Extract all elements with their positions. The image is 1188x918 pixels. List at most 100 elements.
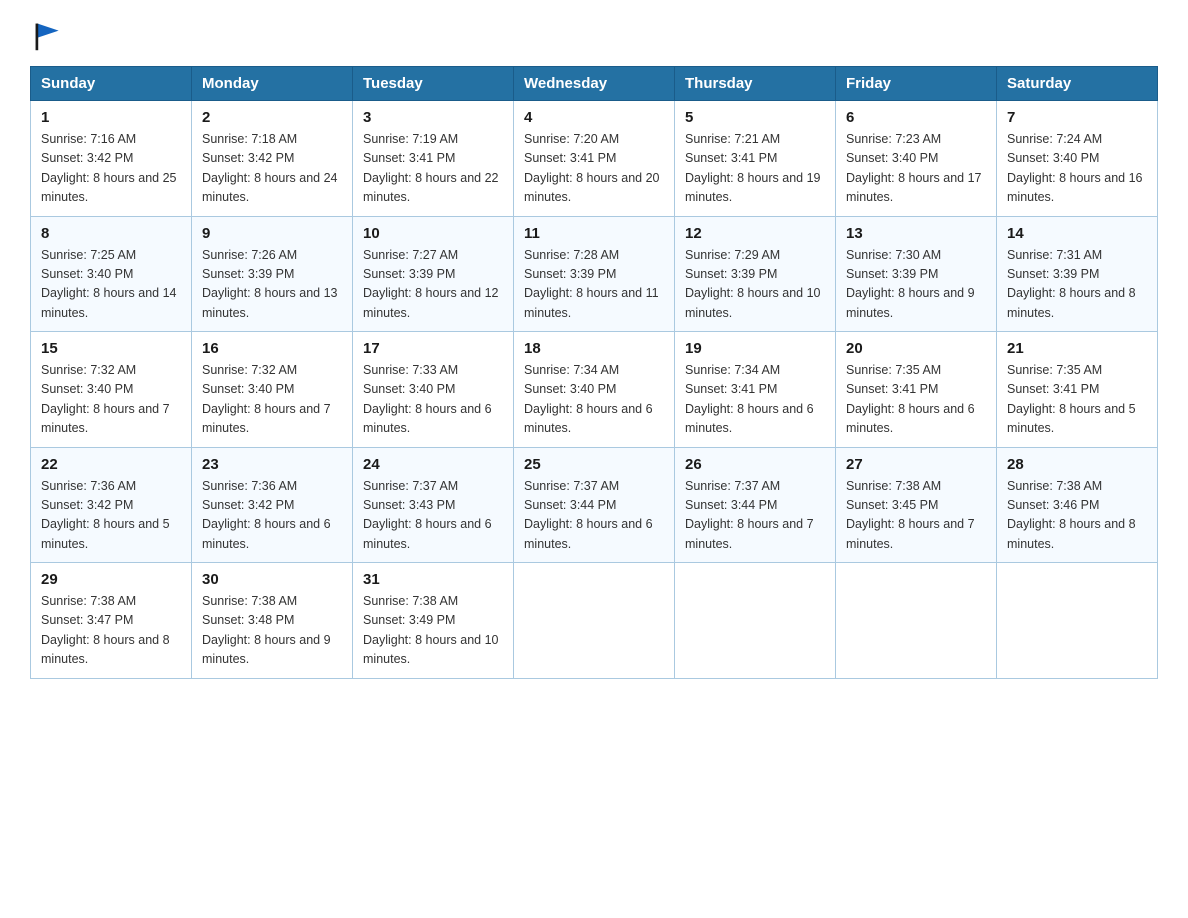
calendar-day-cell (675, 563, 836, 679)
calendar-day-cell: 2 Sunrise: 7:18 AMSunset: 3:42 PMDaylight… (192, 101, 353, 217)
calendar-day-cell: 13 Sunrise: 7:30 AMSunset: 3:39 PMDayligh… (836, 216, 997, 332)
day-number: 9 (202, 225, 342, 242)
day-info: Sunrise: 7:18 AMSunset: 3:42 PMDaylight:… (202, 130, 342, 208)
day-info: Sunrise: 7:26 AMSunset: 3:39 PMDaylight:… (202, 246, 342, 324)
day-number: 8 (41, 225, 181, 242)
day-number: 23 (202, 456, 342, 473)
page-header (30, 24, 1158, 48)
day-info: Sunrise: 7:32 AMSunset: 3:40 PMDaylight:… (202, 361, 342, 439)
day-number: 27 (846, 456, 986, 473)
day-info: Sunrise: 7:37 AMSunset: 3:44 PMDaylight:… (685, 477, 825, 555)
day-info: Sunrise: 7:32 AMSunset: 3:40 PMDaylight:… (41, 361, 181, 439)
day-info: Sunrise: 7:34 AMSunset: 3:40 PMDaylight:… (524, 361, 664, 439)
day-info: Sunrise: 7:19 AMSunset: 3:41 PMDaylight:… (363, 130, 503, 208)
day-number: 12 (685, 225, 825, 242)
day-info: Sunrise: 7:21 AMSunset: 3:41 PMDaylight:… (685, 130, 825, 208)
day-of-week-header: Monday (192, 67, 353, 101)
day-info: Sunrise: 7:38 AMSunset: 3:45 PMDaylight:… (846, 477, 986, 555)
calendar-header-row: SundayMondayTuesdayWednesdayThursdayFrid… (31, 67, 1158, 101)
calendar-day-cell: 16Sunrise: 7:32 AMSunset: 3:40 PMDayligh… (192, 332, 353, 448)
day-info: Sunrise: 7:36 AMSunset: 3:42 PMDaylight:… (41, 477, 181, 555)
day-of-week-header: Tuesday (353, 67, 514, 101)
day-info: Sunrise: 7:38 AMSunset: 3:47 PMDaylight:… (41, 592, 181, 670)
calendar-day-cell: 26 Sunrise: 7:37 AMSunset: 3:44 PMDayligh… (675, 447, 836, 563)
calendar-day-cell: 9 Sunrise: 7:26 AMSunset: 3:39 PMDaylight… (192, 216, 353, 332)
day-of-week-header: Friday (836, 67, 997, 101)
day-info: Sunrise: 7:33 AMSunset: 3:40 PMDaylight:… (363, 361, 503, 439)
day-info: Sunrise: 7:31 AMSunset: 3:39 PMDaylight:… (1007, 246, 1147, 324)
day-number: 1 (41, 109, 181, 126)
day-info: Sunrise: 7:29 AMSunset: 3:39 PMDaylight:… (685, 246, 825, 324)
calendar-day-cell: 3 Sunrise: 7:19 AMSunset: 3:41 PMDaylight… (353, 101, 514, 217)
day-info: Sunrise: 7:38 AMSunset: 3:48 PMDaylight:… (202, 592, 342, 670)
day-number: 6 (846, 109, 986, 126)
calendar-day-cell: 25 Sunrise: 7:37 AMSunset: 3:44 PMDayligh… (514, 447, 675, 563)
calendar-day-cell: 27 Sunrise: 7:38 AMSunset: 3:45 PMDayligh… (836, 447, 997, 563)
day-info: Sunrise: 7:16 AMSunset: 3:42 PMDaylight:… (41, 130, 181, 208)
calendar-week-row: 1 Sunrise: 7:16 AMSunset: 3:42 PMDaylight… (31, 101, 1158, 217)
calendar-day-cell: 20 Sunrise: 7:35 AMSunset: 3:41 PMDayligh… (836, 332, 997, 448)
calendar-day-cell: 28 Sunrise: 7:38 AMSunset: 3:46 PMDayligh… (997, 447, 1158, 563)
day-info: Sunrise: 7:20 AMSunset: 3:41 PMDaylight:… (524, 130, 664, 208)
calendar-day-cell: 23 Sunrise: 7:36 AMSunset: 3:42 PMDayligh… (192, 447, 353, 563)
day-info: Sunrise: 7:36 AMSunset: 3:42 PMDaylight:… (202, 477, 342, 555)
day-number: 13 (846, 225, 986, 242)
day-number: 25 (524, 456, 664, 473)
calendar-day-cell: 19 Sunrise: 7:34 AMSunset: 3:41 PMDayligh… (675, 332, 836, 448)
day-number: 3 (363, 109, 503, 126)
day-info: Sunrise: 7:37 AMSunset: 3:43 PMDaylight:… (363, 477, 503, 555)
day-of-week-header: Sunday (31, 67, 192, 101)
day-number: 18 (524, 340, 664, 357)
day-number: 31 (363, 571, 503, 588)
calendar-day-cell: 10Sunrise: 7:27 AMSunset: 3:39 PMDayligh… (353, 216, 514, 332)
day-number: 14 (1007, 225, 1147, 242)
calendar-day-cell: 1 Sunrise: 7:16 AMSunset: 3:42 PMDaylight… (31, 101, 192, 217)
day-info: Sunrise: 7:34 AMSunset: 3:41 PMDaylight:… (685, 361, 825, 439)
calendar-day-cell: 15 Sunrise: 7:32 AMSunset: 3:40 PMDayligh… (31, 332, 192, 448)
calendar-day-cell (514, 563, 675, 679)
day-number: 29 (41, 571, 181, 588)
calendar-week-row: 29 Sunrise: 7:38 AMSunset: 3:47 PMDayligh… (31, 563, 1158, 679)
calendar-day-cell (836, 563, 997, 679)
calendar-day-cell: 18 Sunrise: 7:34 AMSunset: 3:40 PMDayligh… (514, 332, 675, 448)
day-info: Sunrise: 7:37 AMSunset: 3:44 PMDaylight:… (524, 477, 664, 555)
day-info: Sunrise: 7:27 AMSunset: 3:39 PMDaylight:… (363, 246, 503, 324)
calendar-day-cell: 4Sunrise: 7:20 AMSunset: 3:41 PMDaylight… (514, 101, 675, 217)
day-info: Sunrise: 7:23 AMSunset: 3:40 PMDaylight:… (846, 130, 986, 208)
day-number: 5 (685, 109, 825, 126)
calendar-day-cell: 12 Sunrise: 7:29 AMSunset: 3:39 PMDayligh… (675, 216, 836, 332)
day-info: Sunrise: 7:25 AMSunset: 3:40 PMDaylight:… (41, 246, 181, 324)
day-number: 17 (363, 340, 503, 357)
day-number: 22 (41, 456, 181, 473)
calendar-table: SundayMondayTuesdayWednesdayThursdayFrid… (30, 66, 1158, 679)
calendar-day-cell: 29 Sunrise: 7:38 AMSunset: 3:47 PMDayligh… (31, 563, 192, 679)
calendar-day-cell: 11Sunrise: 7:28 AMSunset: 3:39 PMDayligh… (514, 216, 675, 332)
calendar-week-row: 15 Sunrise: 7:32 AMSunset: 3:40 PMDayligh… (31, 332, 1158, 448)
day-info: Sunrise: 7:35 AMSunset: 3:41 PMDaylight:… (846, 361, 986, 439)
calendar-day-cell: 8 Sunrise: 7:25 AMSunset: 3:40 PMDaylight… (31, 216, 192, 332)
day-of-week-header: Wednesday (514, 67, 675, 101)
day-number: 26 (685, 456, 825, 473)
day-info: Sunrise: 7:35 AMSunset: 3:41 PMDaylight:… (1007, 361, 1147, 439)
day-number: 24 (363, 456, 503, 473)
calendar-day-cell: 7Sunrise: 7:24 AMSunset: 3:40 PMDaylight… (997, 101, 1158, 217)
calendar-day-cell: 17 Sunrise: 7:33 AMSunset: 3:40 PMDayligh… (353, 332, 514, 448)
calendar-day-cell: 31Sunrise: 7:38 AMSunset: 3:49 PMDayligh… (353, 563, 514, 679)
day-number: 19 (685, 340, 825, 357)
calendar-day-cell: 30Sunrise: 7:38 AMSunset: 3:48 PMDayligh… (192, 563, 353, 679)
calendar-day-cell: 5 Sunrise: 7:21 AMSunset: 3:41 PMDaylight… (675, 101, 836, 217)
day-info: Sunrise: 7:38 AMSunset: 3:46 PMDaylight:… (1007, 477, 1147, 555)
day-info: Sunrise: 7:24 AMSunset: 3:40 PMDaylight:… (1007, 130, 1147, 208)
day-number: 2 (202, 109, 342, 126)
day-number: 15 (41, 340, 181, 357)
calendar-day-cell (997, 563, 1158, 679)
day-number: 21 (1007, 340, 1147, 357)
calendar-day-cell: 6 Sunrise: 7:23 AMSunset: 3:40 PMDaylight… (836, 101, 997, 217)
day-info: Sunrise: 7:30 AMSunset: 3:39 PMDaylight:… (846, 246, 986, 324)
calendar-week-row: 8 Sunrise: 7:25 AMSunset: 3:40 PMDaylight… (31, 216, 1158, 332)
day-number: 28 (1007, 456, 1147, 473)
day-number: 11 (524, 225, 664, 242)
logo (30, 24, 64, 48)
day-number: 20 (846, 340, 986, 357)
day-of-week-header: Thursday (675, 67, 836, 101)
